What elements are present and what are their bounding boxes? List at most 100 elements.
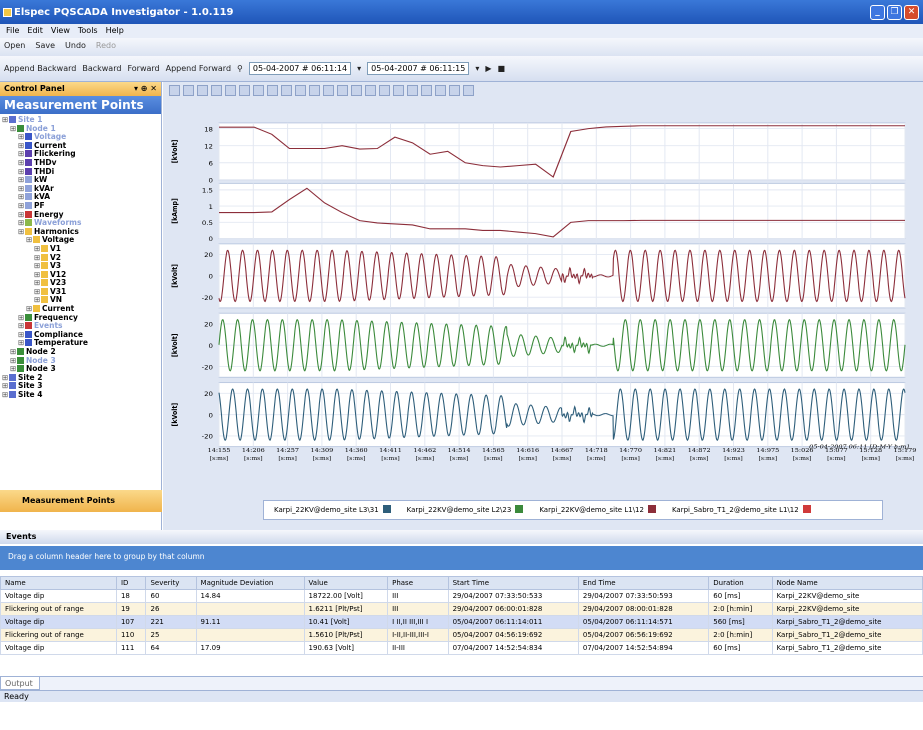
column-header[interactable]: Severity <box>145 576 197 590</box>
expand-icon[interactable]: ⊞ <box>10 365 17 374</box>
tree-item[interactable]: ⊞ Voltage <box>2 236 161 245</box>
tree-item[interactable]: ⊞ V3 <box>2 261 161 271</box>
x-axis-footer: 05-04-2007 06:11 [D-M-Y h:m] <box>809 444 909 451</box>
column-header[interactable]: Node Name <box>771 576 923 590</box>
zoom-icon[interactable]: ⚲ <box>237 64 243 73</box>
restore-icon[interactable]: ❐ <box>887 5 902 20</box>
tree-item[interactable]: ⊞ V2 <box>2 253 161 263</box>
table-row[interactable]: Flickering out of range 19 26 1.6211 [Plt/P… <box>0 602 923 616</box>
tree-item[interactable]: ⊞ Energy <box>2 210 161 220</box>
tree-item[interactable]: ⊞ kVAr <box>2 184 161 194</box>
menu-edit[interactable]: Edit <box>27 26 43 36</box>
group-by-hint[interactable]: Drag a column header here to group by th… <box>0 546 923 570</box>
menu-tools[interactable]: Tools <box>78 26 98 36</box>
legend-item[interactable]: Karpi_22KV@demo_site L2\23 <box>407 505 524 515</box>
column-header[interactable]: End Time <box>577 576 710 590</box>
legend-item[interactable]: Karpi_22KV@demo_site L3\31 <box>274 505 391 515</box>
table-cell: Karpi_Sabro_T1_2@demo_site <box>771 615 923 629</box>
tree-item[interactable]: ⊞ THDv <box>2 158 161 168</box>
table-row[interactable]: Voltage dip 18 60 14.84 18722.00 [Volt] III 29… <box>0 589 923 603</box>
append-forward-button[interactable]: Append Forward <box>166 64 231 73</box>
close-icon[interactable]: ✕ <box>904 5 919 20</box>
column-header[interactable]: ID <box>115 576 147 590</box>
x-tick-unit: [s:ms] <box>793 456 811 462</box>
menu-bar: File Edit View Tools Help <box>0 24 923 38</box>
chevron-down-icon[interactable]: ▾ <box>357 64 361 73</box>
expand-icon[interactable]: ⊞ <box>18 339 25 348</box>
expand-icon[interactable]: ⊞ <box>18 227 25 237</box>
expand-icon[interactable]: ⊞ <box>2 390 9 400</box>
table-row[interactable]: Voltage dip 111 64 17.09 190.63 [Volt] II-III… <box>0 641 923 655</box>
table-row[interactable]: Voltage dip 107 221 91.11 10.41 [Volt] I II,I… <box>0 615 923 629</box>
menu-view[interactable]: View <box>51 26 70 36</box>
open-button[interactable]: Open <box>4 41 25 53</box>
save-button[interactable]: Save <box>35 41 55 53</box>
tree-item[interactable]: ⊞ Flickering <box>2 150 161 159</box>
column-header[interactable]: Phase <box>387 576 449 590</box>
column-header[interactable]: Duration <box>708 576 773 590</box>
node-icon <box>17 348 24 356</box>
expand-icon[interactable]: ⊞ <box>26 304 33 314</box>
table-row[interactable]: Flickering out of range 110 25 1.5610 [Plt/… <box>0 628 923 642</box>
column-header[interactable]: Name <box>0 576 117 590</box>
column-header[interactable]: Magnitude Deviation <box>195 576 305 590</box>
menu-help[interactable]: Help <box>106 26 124 36</box>
minimize-icon[interactable]: _ <box>870 5 885 20</box>
tree-item[interactable]: ⊞ V23 <box>2 278 161 288</box>
tree-item[interactable]: ⊞ Current <box>2 304 161 314</box>
end-time-field[interactable]: 05-04-2007 # 06:11:15 <box>367 62 470 75</box>
chevron-down-icon[interactable]: ▾ <box>475 64 479 73</box>
x-tick-unit: [s:ms] <box>553 456 571 462</box>
menu-file[interactable]: File <box>6 26 19 36</box>
undo-button[interactable]: Undo <box>65 41 86 53</box>
append-backward-button[interactable]: Append Backward <box>4 64 76 73</box>
stop-icon[interactable]: ■ <box>498 64 506 73</box>
y-tick-label: 1 <box>209 203 213 211</box>
table-cell: Karpi_22KV@demo_site <box>771 602 923 616</box>
tree-item[interactable]: ⊞ V1 <box>2 244 161 254</box>
node-icon <box>25 339 32 347</box>
tree-item[interactable]: ⊞ Current <box>2 141 161 151</box>
x-tick-label: 14:923 <box>722 447 745 454</box>
node-icon <box>17 365 24 373</box>
node-icon <box>41 279 48 287</box>
table-cell: 19 <box>115 602 147 616</box>
table-cell: 2:0 [h:min] <box>708 628 773 642</box>
tree-item[interactable]: ⊞ V31 <box>2 287 161 297</box>
play-icon[interactable]: ▶ <box>485 64 491 73</box>
tree-item[interactable]: ⊞ Frequency <box>2 313 161 323</box>
backward-button[interactable]: Backward <box>82 64 121 73</box>
pin-icon[interactable]: ▾ ⊕ ✕ <box>134 84 157 93</box>
tree-item[interactable]: ⊞ kVA <box>2 193 161 202</box>
output-tab[interactable]: Output <box>0 676 40 690</box>
x-tick-unit: [s:ms] <box>621 456 639 462</box>
waveform-chart[interactable]: 18 12 6 0 [kVolt] 1.5 1 0.5 0 [kAmp] 20 0 -20 [kVolt]… <box>163 82 923 500</box>
expand-icon[interactable]: ⊞ <box>2 115 9 125</box>
expand-icon[interactable]: ⊞ <box>10 124 17 134</box>
legend-item[interactable]: Karpi_22KV@demo_site L1\12 <box>539 505 656 515</box>
redo-button[interactable]: Redo <box>96 41 116 53</box>
legend-swatch <box>802 505 811 513</box>
x-tick-unit: [s:ms] <box>827 456 845 462</box>
y-tick-label: 18 <box>204 126 213 134</box>
tree-item[interactable]: ⊞ Waveforms <box>2 218 161 228</box>
forward-button[interactable]: Forward <box>127 64 159 73</box>
node-icon <box>17 356 24 364</box>
column-header[interactable]: Value <box>303 576 389 590</box>
tree-item[interactable]: ⊞ PF <box>2 201 161 211</box>
table-cell: Voltage dip <box>0 641 117 655</box>
tree-item[interactable]: ⊞ Voltage <box>2 132 161 142</box>
tree-item[interactable]: ⊞ THDi <box>2 167 161 177</box>
table-cell: 60 [ms] <box>708 641 773 655</box>
x-tick-label: 14:462 <box>413 447 436 454</box>
tree-item[interactable]: ⊞ Site 4 <box>2 390 161 400</box>
legend-item[interactable]: Karpi_Sabro_T1_2@demo_site L1\12 <box>672 505 811 515</box>
tree-item[interactable]: ⊞ kW <box>2 175 161 185</box>
measurement-points-tab[interactable]: Measurement Points <box>0 490 162 512</box>
tree-item[interactable]: ⊞ V12 <box>2 270 161 280</box>
expand-icon[interactable]: ⊞ <box>26 236 33 245</box>
tree-item[interactable]: ⊞ Node 1 <box>2 124 161 134</box>
column-header[interactable]: Start Time <box>447 576 579 590</box>
expand-icon[interactable]: ⊞ <box>34 296 41 305</box>
start-time-field[interactable]: 05-04-2007 # 06:11:14 <box>248 62 352 75</box>
